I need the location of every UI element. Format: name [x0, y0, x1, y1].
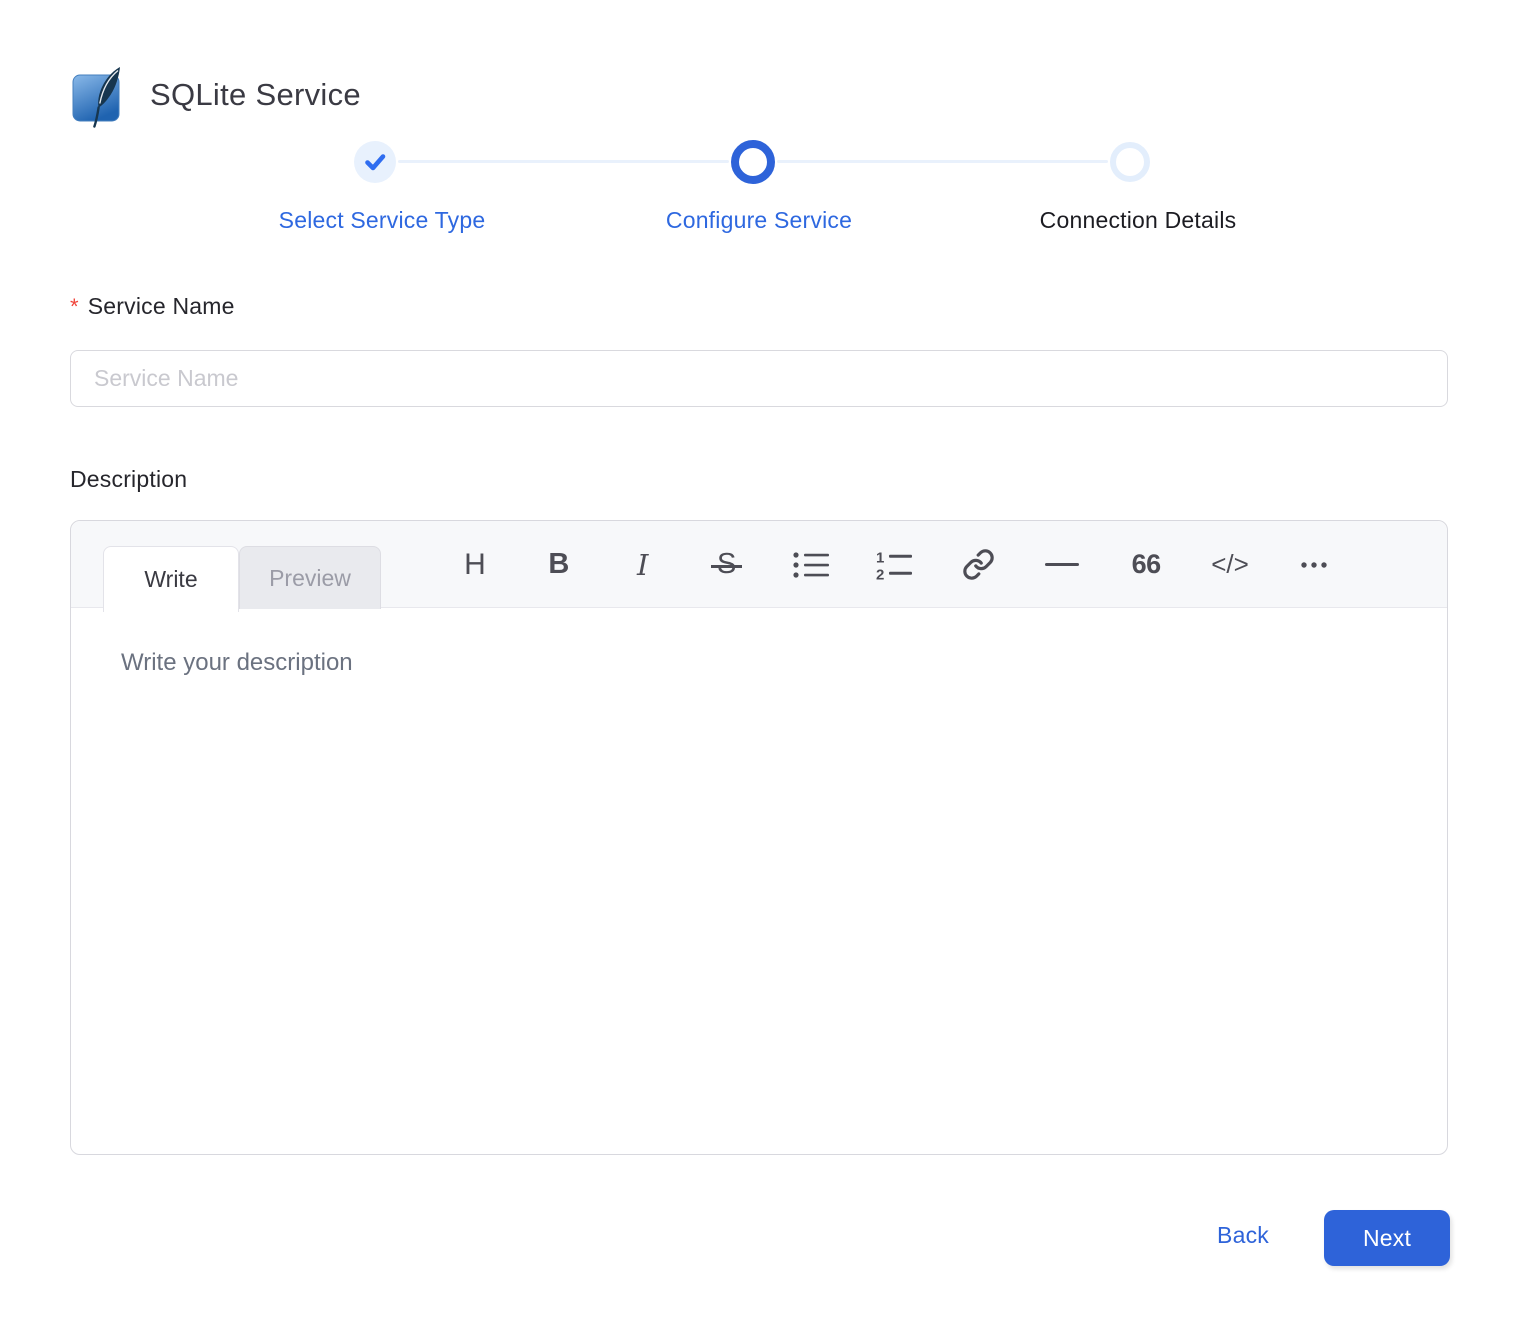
quote-icon: 66 — [1131, 549, 1162, 579]
stepper-connector — [398, 160, 729, 163]
unordered-list-icon — [792, 551, 829, 578]
back-button[interactable]: Back — [1203, 1222, 1283, 1249]
link-button[interactable] — [958, 542, 998, 588]
step-pending-circle — [1110, 142, 1150, 182]
link-icon — [963, 549, 994, 580]
next-button[interactable]: Next — [1324, 1210, 1450, 1266]
service-name-input[interactable] — [70, 350, 1448, 407]
strikethrough-icon: S — [711, 548, 743, 581]
step-label-select-service-type: Select Service Type — [278, 207, 486, 233]
svg-text:1: 1 — [876, 549, 884, 566]
editor-toolbar: H B I S 1 2 66 </> — [455, 521, 1334, 608]
stepper-connector — [777, 160, 1108, 163]
description-editor: Write Preview H B I S 1 2 66 </> Write y… — [70, 520, 1448, 1155]
service-config-page: SQLite Service Select Service Type Confi… — [0, 0, 1516, 1336]
more-options-button[interactable] — [1294, 542, 1334, 588]
page-title: SQLite Service — [150, 77, 361, 112]
svg-text:2: 2 — [876, 566, 884, 581]
sqlite-logo-icon — [70, 64, 126, 137]
ordered-list-button[interactable]: 1 2 — [874, 542, 914, 588]
horizontal-rule-button[interactable] — [1042, 542, 1082, 588]
quote-button[interactable]: 66 — [1126, 542, 1166, 588]
italic-button[interactable]: I — [623, 542, 663, 588]
description-textarea[interactable] — [71, 609, 1447, 1154]
required-asterisk: * — [70, 294, 79, 319]
service-name-label: * Service Name — [70, 293, 235, 319]
tab-write[interactable]: Write — [103, 546, 239, 612]
horizontal-rule-icon — [1045, 562, 1080, 567]
strikethrough-button[interactable]: S — [707, 542, 747, 588]
step-label-connection-details: Connection Details — [1039, 207, 1237, 233]
bold-icon: B — [548, 548, 570, 580]
step-label-configure-service: Configure Service — [665, 207, 853, 233]
italic-icon: I — [637, 547, 649, 582]
code-button[interactable]: </> — [1210, 542, 1250, 588]
step-completed-circle — [354, 141, 396, 183]
step-active-circle — [731, 140, 775, 184]
heading-icon: H — [464, 547, 486, 581]
code-icon: </> — [1211, 549, 1249, 579]
ordered-list-icon: 1 2 — [876, 549, 913, 581]
editor-write-area — [71, 609, 1447, 1154]
heading-button[interactable]: H — [455, 542, 495, 588]
check-icon — [365, 154, 386, 171]
description-label: Description — [70, 466, 188, 492]
more-options-icon — [1301, 561, 1327, 568]
bold-button[interactable]: B — [539, 542, 579, 588]
tab-preview[interactable]: Preview — [239, 546, 381, 609]
unordered-list-button[interactable] — [791, 542, 831, 588]
